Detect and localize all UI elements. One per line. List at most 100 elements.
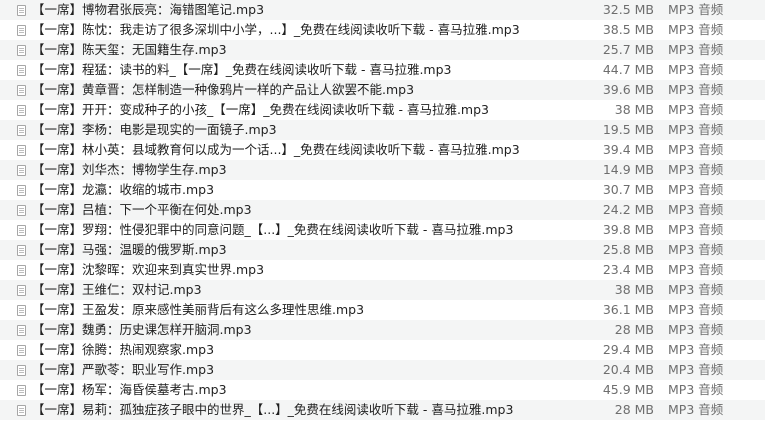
file-size: 19.5 MB: [602, 122, 654, 137]
file-name: 【一席】陈忱：我走访了很多深圳中小学，...】_免费在线阅读收听下载 - 喜马拉…: [32, 22, 520, 37]
file-size: 45.9 MB: [602, 382, 654, 397]
file-size: 28 MB: [614, 322, 654, 337]
file-kind: MP3 音频: [668, 282, 724, 297]
file-kind: MP3 音频: [668, 342, 724, 357]
file-row[interactable]: 【一席】博物君张辰亮：海错图笔记.mp3 32.5 MB MP3 音频: [0, 0, 765, 20]
audio-file-icon: [17, 265, 26, 276]
file-row[interactable]: 【一席】马强：温暖的俄罗斯.mp3 25.8 MB MP3 音频: [0, 240, 765, 260]
file-kind: MP3 音频: [668, 162, 724, 177]
file-row[interactable]: 【一席】陈忱：我走访了很多深圳中小学，...】_免费在线阅读收听下载 - 喜马拉…: [0, 20, 765, 40]
file-row[interactable]: 【一席】李杨：电影是现实的一面镜子.mp3 19.5 MB MP3 音频: [0, 120, 765, 140]
file-size: 28 MB: [614, 402, 654, 417]
file-kind: MP3 音频: [668, 402, 724, 417]
file-row[interactable]: 【一席】罗翔：性侵犯罪中的同意问题_【...】_免费在线阅读收听下载 - 喜马拉…: [0, 220, 765, 240]
audio-file-icon: [17, 285, 26, 296]
file-name: 【一席】易莉：孤独症孩子眼中的世界_【...】_免费在线阅读收听下载 - 喜马拉…: [32, 402, 514, 417]
file-size: 36.1 MB: [602, 302, 654, 317]
file-name: 【一席】徐腾：热闹观察家.mp3: [32, 342, 215, 357]
file-name: 【一席】刘华杰：博物学生存.mp3: [32, 162, 227, 177]
file-kind: MP3 音频: [668, 362, 724, 377]
audio-file-icon: [17, 165, 26, 176]
file-kind: MP3 音频: [668, 322, 724, 337]
file-kind: MP3 音频: [668, 42, 724, 57]
file-name: 【一席】沈黎晖：欢迎来到真实世界.mp3: [32, 262, 265, 277]
file-name: 【一席】吕植：下一个平衡在何处.mp3: [32, 202, 252, 217]
file-size: 38 MB: [614, 102, 654, 117]
file-name: 【一席】李杨：电影是现实的一面镜子.mp3: [32, 122, 277, 137]
file-name: 【一席】王盈发：原来感性美丽背后有这么多理性思维.mp3: [32, 302, 365, 317]
file-row[interactable]: 【一席】开开：变成种子的小孩_【一席】_免费在线阅读收听下载 - 喜马拉雅.mp…: [0, 100, 765, 120]
audio-file-icon: [17, 145, 26, 156]
file-size: 25.8 MB: [602, 242, 654, 257]
file-size: 39.8 MB: [602, 222, 654, 237]
file-kind: MP3 音频: [668, 82, 724, 97]
file-name: 【一席】龙瀛：收缩的城市.mp3: [32, 182, 215, 197]
file-row[interactable]: 【一席】易莉：孤独症孩子眼中的世界_【...】_免费在线阅读收听下载 - 喜马拉…: [0, 400, 765, 420]
file-name: 【一席】程猛：读书的料_【一席】_免费在线阅读收听下载 - 喜马拉雅.mp3: [32, 62, 452, 77]
file-name: 【一席】罗翔：性侵犯罪中的同意问题_【...】_免费在线阅读收听下载 - 喜马拉…: [32, 222, 514, 237]
file-row[interactable]: 【一席】林小英：县域教育何以成为一个话...】_免费在线阅读收听下载 - 喜马拉…: [0, 140, 765, 160]
audio-file-icon: [17, 45, 26, 56]
audio-file-icon: [17, 405, 26, 416]
file-name: 【一席】陈天玺：无国籍生存.mp3: [32, 42, 227, 57]
file-row[interactable]: 【一席】严歌苓：职业写作.mp3 20.4 MB MP3 音频: [0, 360, 765, 380]
file-size: 24.2 MB: [602, 202, 654, 217]
file-size: 38.5 MB: [602, 22, 654, 37]
file-kind: MP3 音频: [668, 202, 724, 217]
file-kind: MP3 音频: [668, 382, 724, 397]
file-name: 【一席】魏勇：历史课怎样开脑洞.mp3: [32, 322, 252, 337]
audio-file-icon: [17, 305, 26, 316]
file-kind: MP3 音频: [668, 222, 724, 237]
file-row[interactable]: 【一席】刘华杰：博物学生存.mp3 14.9 MB MP3 音频: [0, 160, 765, 180]
audio-file-icon: [17, 5, 26, 16]
file-kind: MP3 音频: [668, 302, 724, 317]
file-row[interactable]: 【一席】王盈发：原来感性美丽背后有这么多理性思维.mp3 36.1 MB MP3 音…: [0, 300, 765, 320]
audio-file-icon: [17, 385, 26, 396]
file-kind: MP3 音频: [668, 142, 724, 157]
audio-file-icon: [17, 105, 26, 116]
audio-file-icon: [17, 25, 26, 36]
audio-file-icon: [17, 365, 26, 376]
audio-file-icon: [17, 185, 26, 196]
file-row[interactable]: 【一席】沈黎晖：欢迎来到真实世界.mp3 23.4 MB MP3 音频: [0, 260, 765, 280]
file-size: 29.4 MB: [602, 342, 654, 357]
audio-file-icon: [17, 205, 26, 216]
audio-file-icon: [17, 345, 26, 356]
file-size: 32.5 MB: [602, 2, 654, 17]
file-list[interactable]: 【一席】博物君张辰亮：海错图笔记.mp3 32.5 MB MP3 音频 【一席】陈忱…: [0, 0, 765, 422]
file-row[interactable]: 【一席】魏勇：历史课怎样开脑洞.mp3 28 MB MP3 音频: [0, 320, 765, 340]
audio-file-icon: [17, 225, 26, 236]
file-size: 44.7 MB: [602, 62, 654, 77]
file-name: 【一席】林小英：县域教育何以成为一个话...】_免费在线阅读收听下载 - 喜马拉…: [32, 142, 520, 157]
audio-file-icon: [17, 125, 26, 136]
file-kind: MP3 音频: [668, 62, 724, 77]
file-size: 14.9 MB: [602, 162, 654, 177]
file-kind: MP3 音频: [668, 122, 724, 137]
file-row[interactable]: 【一席】程猛：读书的料_【一席】_免费在线阅读收听下载 - 喜马拉雅.mp3 44…: [0, 60, 765, 80]
audio-file-icon: [17, 245, 26, 256]
file-row[interactable]: 【一席】吕植：下一个平衡在何处.mp3 24.2 MB MP3 音频: [0, 200, 765, 220]
audio-file-icon: [17, 325, 26, 336]
file-row[interactable]: 【一席】杨军：海昏侯墓考古.mp3 45.9 MB MP3 音频: [0, 380, 765, 400]
file-size: 25.7 MB: [602, 42, 654, 57]
audio-file-icon: [17, 65, 26, 76]
file-name: 【一席】王维仁：双村记.mp3: [32, 282, 202, 297]
file-kind: MP3 音频: [668, 242, 724, 257]
file-row[interactable]: 【一席】黄章晋：怎样制造一种像鸦片一样的产品让人欲罢不能.mp3 39.6 MB M…: [0, 80, 765, 100]
file-name: 【一席】开开：变成种子的小孩_【一席】_免费在线阅读收听下载 - 喜马拉雅.mp…: [32, 102, 489, 117]
file-kind: MP3 音频: [668, 2, 724, 17]
file-kind: MP3 音频: [668, 102, 724, 117]
file-name: 【一席】杨军：海昏侯墓考古.mp3: [32, 382, 227, 397]
file-name: 【一席】博物君张辰亮：海错图笔记.mp3: [32, 2, 265, 17]
file-row[interactable]: 【一席】陈天玺：无国籍生存.mp3 25.7 MB MP3 音频: [0, 40, 765, 60]
file-name: 【一席】严歌苓：职业写作.mp3: [32, 362, 215, 377]
file-row[interactable]: 【一席】龙瀛：收缩的城市.mp3 30.7 MB MP3 音频: [0, 180, 765, 200]
file-size: 39.4 MB: [602, 142, 654, 157]
file-kind: MP3 音频: [668, 262, 724, 277]
file-size: 23.4 MB: [602, 262, 654, 277]
file-row[interactable]: 【一席】徐腾：热闹观察家.mp3 29.4 MB MP3 音频: [0, 340, 765, 360]
file-row[interactable]: 【一席】王维仁：双村记.mp3 38 MB MP3 音频: [0, 280, 765, 300]
file-name: 【一席】黄章晋：怎样制造一种像鸦片一样的产品让人欲罢不能.mp3: [32, 82, 415, 97]
audio-file-icon: [17, 85, 26, 96]
file-kind: MP3 音频: [668, 22, 724, 37]
